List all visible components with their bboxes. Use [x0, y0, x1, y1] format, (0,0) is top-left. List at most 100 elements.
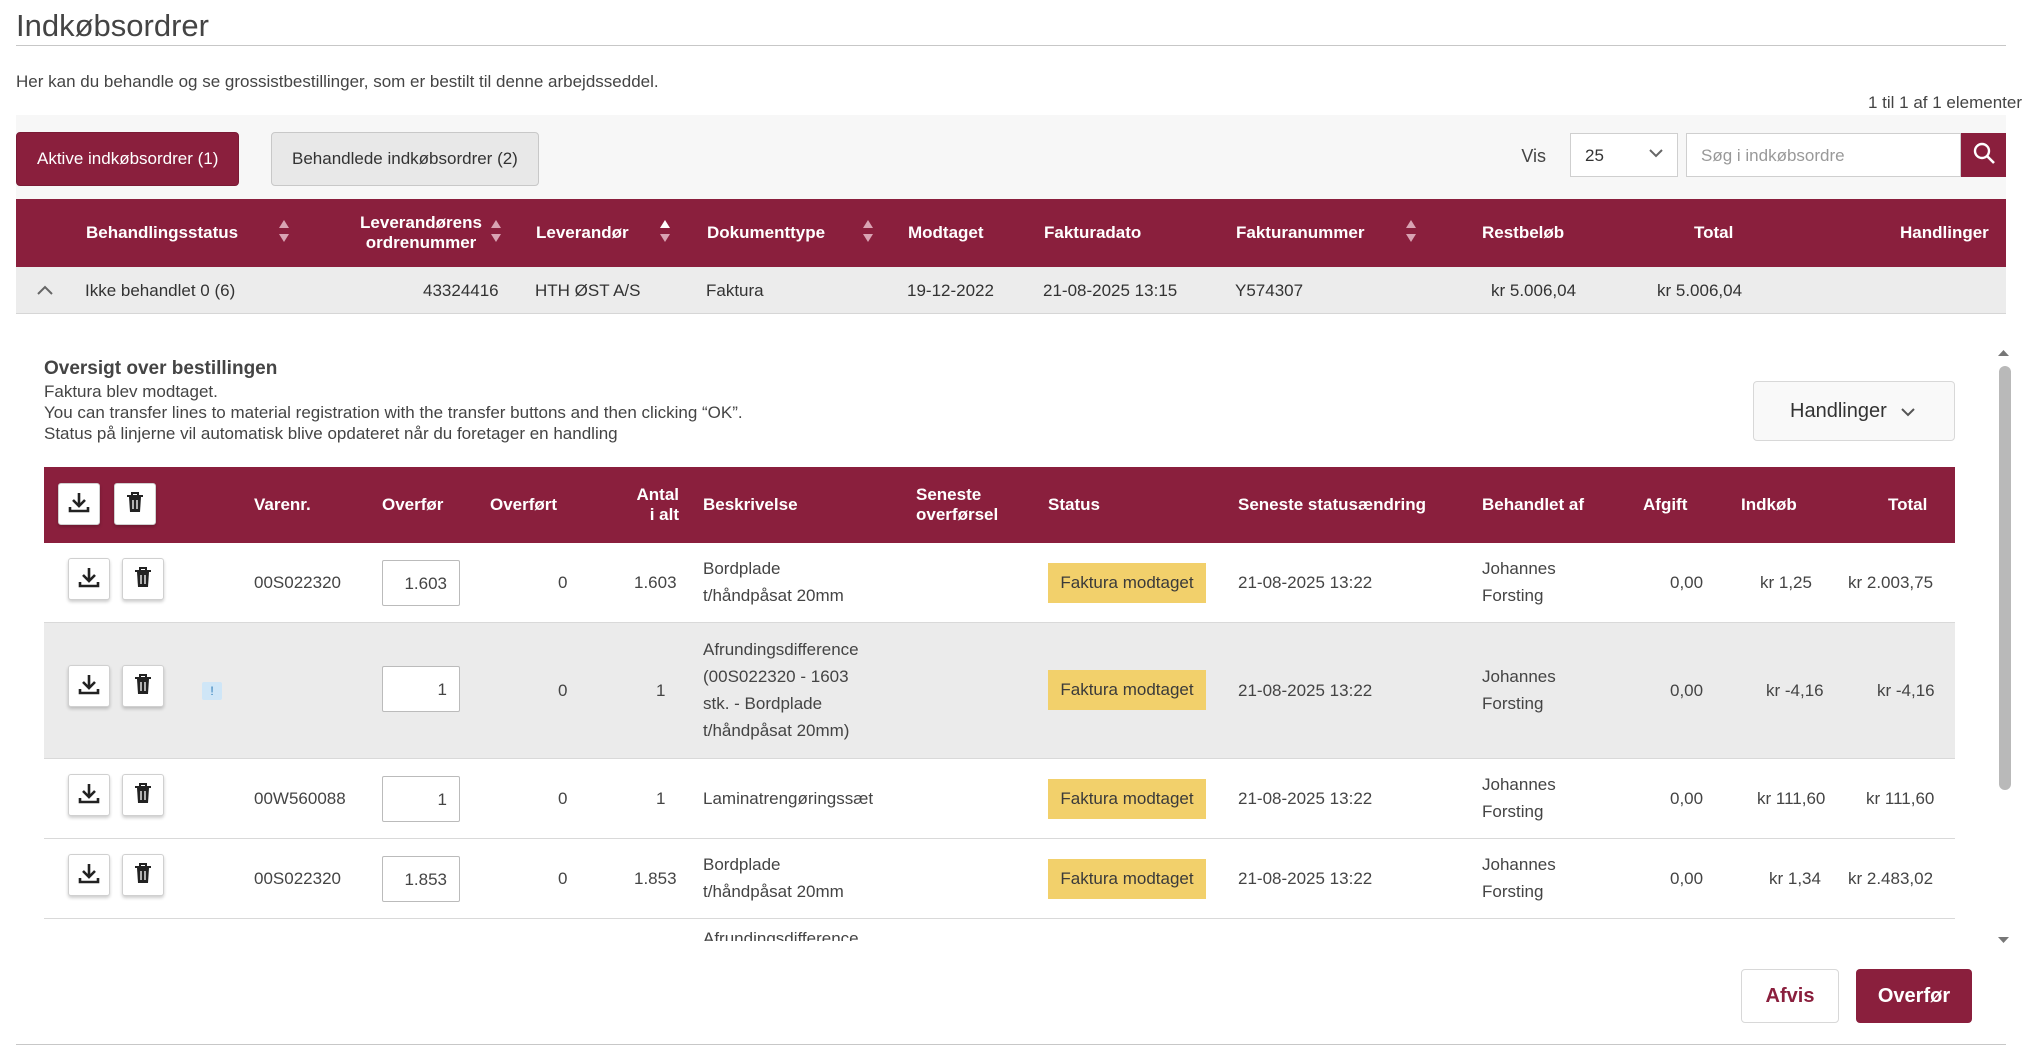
col-varenr: Varenr.	[254, 495, 311, 514]
table-row: 00S022320 1.603 0 1.603 Bordplade t/hånd…	[44, 543, 1955, 623]
col-purchase: Indkøb	[1741, 495, 1797, 514]
delete-line-button[interactable]	[122, 665, 164, 707]
table-row: 00S022320 1.853 0 1.853 Bordplade t/hånd…	[44, 839, 1955, 919]
col-invoice-date[interactable]: Fakturadato	[1044, 199, 1141, 267]
row-rest: kr 5.006,04	[1491, 281, 1577, 300]
row-doctype: Faktura	[706, 281, 764, 300]
col-invoice-number[interactable]: Fakturanummer	[1236, 199, 1364, 267]
actions-dropdown-button[interactable]: Handlinger	[1753, 381, 1955, 441]
line-varenr: 00W560088	[254, 789, 346, 808]
sort-icon[interactable]	[278, 217, 290, 250]
line-description: t/håndpåsat 20mm	[703, 586, 844, 605]
col-antal-line1: Antal	[636, 485, 680, 504]
line-transferred: 0	[558, 789, 568, 808]
search-icon	[1972, 141, 1996, 170]
col-last-transfer: Seneste overførsel	[916, 467, 998, 543]
status-badge: Faktura modtaget	[1048, 859, 1206, 899]
transfer-line-button[interactable]	[68, 558, 110, 600]
page-intro: Her kan du behandle og se grossistbestil…	[16, 72, 659, 91]
transfer-quantity-input[interactable]: 1	[382, 666, 460, 712]
transfer-line-button[interactable]	[68, 854, 110, 896]
col-handled-by: Behandlet af	[1482, 495, 1585, 514]
page-size-value: 25	[1585, 146, 1604, 165]
tab-active-orders[interactable]: Aktive indkøbsordrer (1)	[16, 132, 240, 186]
trash-icon	[133, 862, 153, 889]
col-total[interactable]: Total	[1694, 199, 1733, 267]
col-ordernr-line2: ordrenummer	[365, 233, 477, 252]
line-total-qty: 1	[656, 681, 666, 700]
line-handled-by: Forsting	[1482, 586, 1544, 605]
col-ordernr-line1: Leverandørens	[360, 213, 482, 232]
line-total: kr 2.483,02	[1848, 869, 1934, 888]
line-varenr: 00S022320	[254, 869, 341, 888]
transfer-line-button[interactable]	[68, 665, 110, 707]
col-supplier[interactable]: Leverandør	[536, 199, 629, 267]
line-total-qty: 1.603	[634, 573, 677, 592]
row-supplier: HTH ØST A/S	[535, 281, 641, 300]
line-status-change: 21-08-2025 13:22	[1238, 789, 1373, 808]
trash-icon	[125, 491, 145, 518]
line-description: Afrundingsdifference	[703, 929, 859, 941]
line-description: (00S022320 - 1603	[703, 667, 849, 686]
col-status[interactable]: Behandlingsstatus	[86, 199, 238, 267]
line-purchase: kr 111,60	[1757, 789, 1826, 808]
scrollbar-thumb[interactable]	[1999, 366, 2011, 790]
line-handled-by: Forsting	[1482, 802, 1544, 821]
line-total: kr -4,16	[1877, 681, 1935, 700]
delete-line-button[interactable]	[122, 558, 164, 600]
transfer-quantity-input[interactable]: 1	[382, 776, 460, 822]
warning-icon: !	[202, 682, 222, 700]
col-antal: Antal i alt	[589, 467, 680, 543]
sort-icon[interactable]	[490, 217, 502, 250]
tab-processed-orders[interactable]: Behandlede indkøbsordrer (2)	[271, 132, 539, 186]
col-doctype[interactable]: Dokumenttype	[707, 199, 825, 267]
transfer-quantity-input[interactable]: 1.603	[382, 560, 460, 606]
title-divider	[16, 45, 2006, 46]
transfer-line-button[interactable]	[68, 774, 110, 816]
line-varenr: 00S022320	[254, 573, 341, 592]
line-total: kr 111,60	[1866, 789, 1935, 808]
transfer-button[interactable]: Overfør	[1856, 969, 1972, 1023]
col-received[interactable]: Modtaget	[908, 199, 984, 267]
search-button[interactable]	[1961, 133, 2006, 177]
status-badge: Faktura modtaget	[1048, 779, 1206, 819]
chevron-up-icon[interactable]	[34, 279, 56, 306]
delete-all-button[interactable]	[114, 483, 156, 525]
download-icon	[77, 672, 101, 701]
page-size-label: Vis	[1521, 146, 1546, 166]
reject-button[interactable]: Afvis	[1741, 969, 1839, 1023]
download-icon	[67, 490, 91, 519]
transfer-all-button[interactable]	[58, 483, 100, 525]
pagination-count: 1 til 1 af 1 elementer	[1867, 93, 2022, 112]
line-description: Laminatrengøringssæt	[703, 789, 874, 808]
row-status: Ikke behandlet 0 (6)	[85, 281, 236, 300]
line-handled-by: Johannes	[1482, 775, 1556, 794]
search-input[interactable]: Søg i indkøbsordre	[1686, 133, 1961, 177]
col-rest[interactable]: Restbeløb	[1482, 199, 1564, 267]
col-antal-line2: i alt	[649, 505, 679, 524]
download-icon	[77, 861, 101, 890]
line-total-qty: 1.853	[634, 869, 677, 888]
line-purchase: kr 1,25	[1760, 573, 1812, 592]
chevron-down-icon	[1898, 402, 1918, 428]
sort-icon[interactable]	[1405, 217, 1417, 250]
table-row[interactable]: Ikke behandlet 0 (6) 43324416 HTH ØST A/…	[16, 267, 2006, 314]
line-description: Bordplade	[703, 559, 781, 578]
line-handled-by: Forsting	[1482, 694, 1544, 713]
line-description: Afrundingsdifference	[703, 640, 859, 659]
col-ordernr[interactable]: Leverandørens ordrenummer	[346, 199, 496, 267]
overview-line: Status på linjerne vil automatisk blive …	[44, 424, 618, 443]
line-handled-by: Forsting	[1482, 882, 1544, 901]
col-last-transfer-line1: Seneste	[916, 485, 982, 504]
trash-icon	[133, 566, 153, 593]
sort-icon[interactable]	[862, 217, 874, 250]
sort-icon[interactable]	[659, 217, 671, 250]
toolbar: Aktive indkøbsordrer (1) Behandlede indk…	[16, 115, 2006, 199]
delete-line-button[interactable]	[122, 854, 164, 896]
col-status-change: Seneste statusændring	[1238, 495, 1426, 514]
delete-line-button[interactable]	[122, 774, 164, 816]
page-size-select[interactable]: 25	[1570, 133, 1678, 177]
overview-title: Oversigt over bestillingen	[44, 358, 278, 379]
transfer-quantity-input[interactable]: 1.853	[382, 856, 460, 902]
trash-icon	[133, 673, 153, 700]
